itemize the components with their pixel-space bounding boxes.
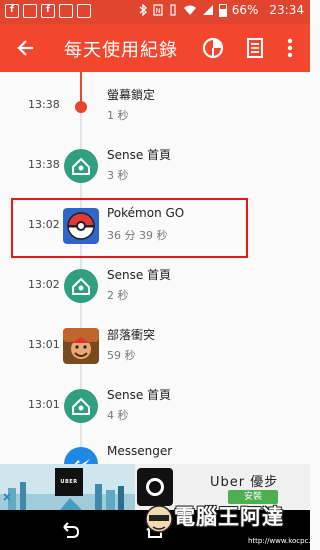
- highlight-annotation-box: [11, 198, 248, 258]
- arrow-left-icon: [17, 40, 33, 56]
- timeline-entry[interactable]: Messenger 1 秒: [0, 434, 310, 464]
- entry-app-name: Sense 首頁: [107, 388, 172, 402]
- timeline-entry[interactable]: 13:38 Sense 首頁 3 秒: [0, 136, 310, 196]
- entry-app-name: Messenger: [107, 444, 173, 458]
- entry-time: 13:01: [28, 398, 60, 411]
- timeline-entry[interactable]: 13:02 Sense 首頁 2 秒: [0, 256, 310, 316]
- watermark-url: http://www.kocpc.com.tw: [248, 537, 320, 545]
- entry-app-name: Sense 首頁: [107, 148, 172, 162]
- photos-notification-icon: [23, 4, 37, 18]
- pie-chart-icon: [202, 37, 224, 59]
- more-vert-icon: [287, 38, 293, 58]
- entry-time: 13:01: [28, 338, 60, 351]
- system-status: N 66% 23:34: [138, 3, 304, 17]
- facebook-notification-icon: f: [5, 4, 19, 18]
- entry-duration: 3 秒: [107, 169, 129, 182]
- list-icon: [247, 38, 263, 58]
- ad-title[interactable]: Uber 優步: [210, 471, 278, 490]
- svg-text:N: N: [155, 7, 160, 15]
- usage-timeline[interactable]: 13:38 螢幕鎖定 1 秒 13:38 Sense 首頁 3 秒 13:02 …: [0, 72, 310, 464]
- clash-of-clans-icon: [63, 328, 99, 364]
- watermark: 電腦王阿達 http://www.kocpc.com.tw: [138, 499, 320, 550]
- entry-app-name: Sense 首頁: [107, 268, 172, 282]
- clock-notification-icon: [59, 4, 73, 18]
- ad-choices-icon[interactable]: [2, 492, 12, 502]
- battery-percent: 66%: [231, 3, 259, 17]
- sense-home-icon: [64, 149, 98, 183]
- signal-icon: [202, 5, 213, 15]
- timeline-entry[interactable]: 13:38 螢幕鎖定 1 秒: [0, 76, 310, 136]
- watermark-text: 電腦王阿達: [174, 505, 284, 529]
- nfc-icon: N: [153, 4, 163, 16]
- battery-icon: [218, 3, 227, 17]
- mail-notification-icon: [77, 4, 91, 18]
- entry-time: 13:02: [28, 278, 60, 291]
- page-title: 每天使用紀錄: [64, 40, 178, 61]
- status-bar: f f N 66% 23:34: [0, 0, 310, 24]
- entry-duration: 59 秒: [107, 349, 136, 362]
- sense-home-icon: [64, 269, 98, 303]
- chart-view-button[interactable]: [200, 35, 226, 61]
- app-bar: 每天使用紀錄: [0, 24, 310, 72]
- messenger-icon: [64, 447, 98, 464]
- entry-app-name: 部落衝突: [107, 328, 156, 342]
- entry-duration: 2 秒: [107, 289, 129, 302]
- more-options-button[interactable]: [280, 35, 300, 61]
- bluetooth-icon: [139, 4, 147, 16]
- list-view-button[interactable]: [242, 35, 268, 61]
- entry-duration: 4 秒: [107, 409, 129, 422]
- back-button[interactable]: [12, 34, 40, 62]
- entry-app-name: 螢幕鎖定: [107, 88, 156, 102]
- facebook-notification-icon-2: f: [41, 4, 55, 18]
- nav-back-icon[interactable]: [58, 518, 82, 542]
- vibrate-icon: [170, 4, 176, 16]
- entry-duration: 1 秒: [107, 109, 129, 122]
- sense-home-icon: [64, 389, 98, 423]
- timeline-entry[interactable]: 13:01 Sense 首頁 4 秒: [0, 376, 310, 436]
- clock: 23:34: [269, 3, 304, 17]
- wifi-icon: [183, 5, 196, 15]
- entry-time: 13:38: [28, 158, 60, 171]
- timeline-entry[interactable]: 13:01 部落衝突 59 秒: [0, 316, 310, 376]
- entry-time: 13:38: [28, 98, 60, 111]
- ad-image[interactable]: UBER: [0, 464, 135, 510]
- uber-logo: UBER: [55, 468, 83, 496]
- screen-lock-dot-icon: [75, 101, 87, 113]
- notification-icons: f f: [5, 4, 91, 18]
- mascot-icon: [145, 505, 173, 533]
